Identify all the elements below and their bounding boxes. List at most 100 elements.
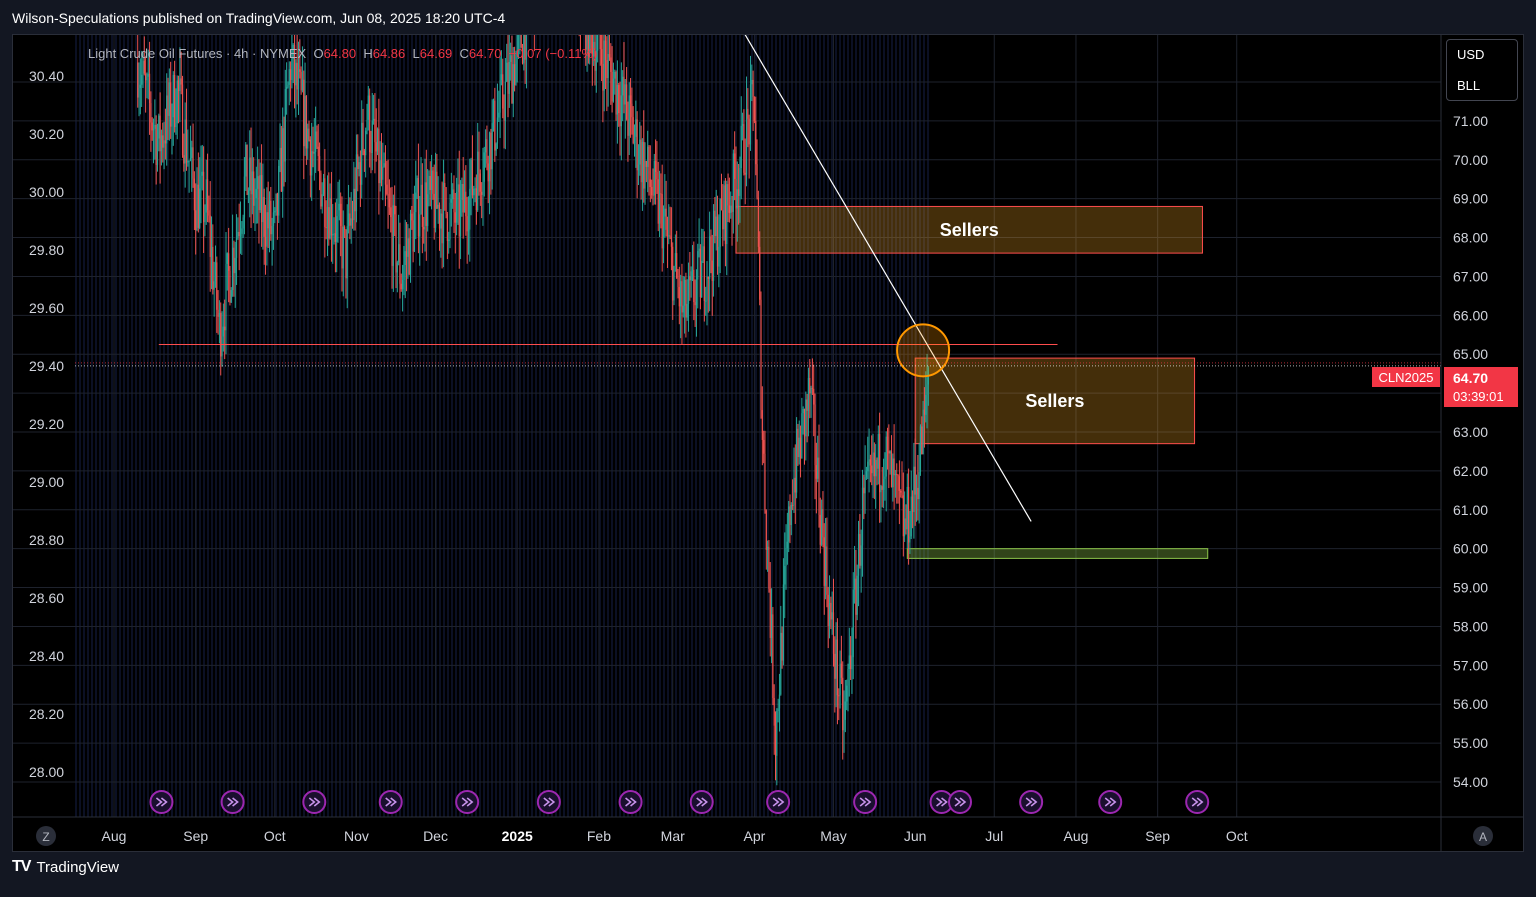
candle-body [502,74,504,109]
footer-brand[interactable]: TV TradingView [12,858,119,876]
candle-body [490,132,492,170]
candle-body [396,262,398,273]
candle [349,197,351,240]
candle [174,60,176,133]
candle [456,177,458,236]
candle-body [370,152,372,154]
candle [371,92,373,171]
left-axis-tick: 28.00 [29,764,64,780]
candle-body [358,162,360,170]
candle-body [286,86,288,90]
candle-body [204,212,206,223]
candle-body [291,58,293,80]
candle-body [897,475,899,477]
candle-body [782,584,785,661]
candle [351,200,354,229]
candle [913,442,915,539]
candle-body [448,239,450,242]
candle-body [180,78,182,85]
candle [423,216,425,244]
candle-body [423,226,425,230]
event-marker-icon[interactable] [455,790,480,814]
candle [420,157,422,215]
event-marker-icon[interactable] [1185,790,1210,814]
event-marker-icon[interactable] [378,790,403,814]
candle-body [258,176,260,211]
event-marker-icon[interactable] [1098,790,1123,814]
event-marker-icon[interactable] [302,790,327,814]
candle [372,94,375,125]
legend-high-label: H [363,46,373,61]
event-marker-icon[interactable] [220,790,245,814]
candle [417,143,420,254]
event-marker-icon[interactable] [618,790,643,814]
candle [801,397,803,459]
candle [170,61,172,139]
event-marker-icon[interactable] [766,790,791,814]
event-marker-icon[interactable] [947,790,972,814]
candle-body [301,79,304,91]
candle-body [847,669,849,686]
candle [499,56,501,139]
time-axis-tick: Feb [587,828,611,844]
unit-label[interactable]: BLL [1447,71,1517,102]
candle-body [275,193,277,212]
candle [291,35,293,89]
chart-canvas[interactable]: Sellers Sellers 30.40 30.20 30.00 29.80 29.60… [13,35,1524,852]
candle-body [689,276,691,281]
candle [245,142,247,192]
candle-body [795,428,798,493]
symbol-legend[interactable]: Light Crude Oil Futures · 4h · NYMEX O64… [88,46,597,61]
candle-body [809,377,811,394]
event-marker-icon[interactable] [536,790,561,814]
candle [503,94,505,149]
candle [254,178,256,232]
candle [295,59,297,118]
candle-body [192,147,194,179]
candle [777,698,779,723]
candle [835,622,837,708]
candle [396,260,398,293]
candle [196,167,198,232]
candle [188,160,190,193]
candle-body [254,198,256,206]
event-marker-icon[interactable] [689,790,714,814]
candle [802,406,804,435]
candle [369,88,371,168]
candle [255,166,257,224]
candle [880,484,882,523]
candle [839,650,841,709]
chart-area[interactable]: Sellers Sellers 30.40 30.20 30.00 29.80 29.60… [12,34,1524,852]
event-marker-icon[interactable] [149,790,174,814]
event-marker-icon[interactable] [1019,790,1044,814]
candle-body [856,575,858,615]
candle-body [390,207,392,218]
right-axis-tick: 67.00 [1453,268,1488,284]
right-axis-tick: 56.00 [1453,696,1488,712]
candle-body [835,639,837,679]
candle [400,273,402,292]
candle-body [764,453,766,511]
currency-unit-selector[interactable]: USD BLL [1446,39,1518,101]
candle-body [606,60,608,79]
candle [917,454,919,521]
candle-body [442,183,445,244]
candle [850,636,852,680]
candle [275,193,277,216]
candle-body [187,160,189,163]
candle [672,242,674,320]
candle [379,141,381,192]
candle [363,148,365,172]
candle-body [430,170,433,191]
candle-body [438,204,441,229]
candle [478,131,480,196]
event-marker-icon[interactable] [853,790,878,814]
currency-label[interactable]: USD [1447,40,1517,71]
candle-body [818,457,820,515]
candle [502,58,504,119]
candle-body [212,246,214,290]
candle-body [231,247,234,291]
candle-body [208,210,210,216]
candle-body [695,279,698,306]
candle [786,512,788,565]
